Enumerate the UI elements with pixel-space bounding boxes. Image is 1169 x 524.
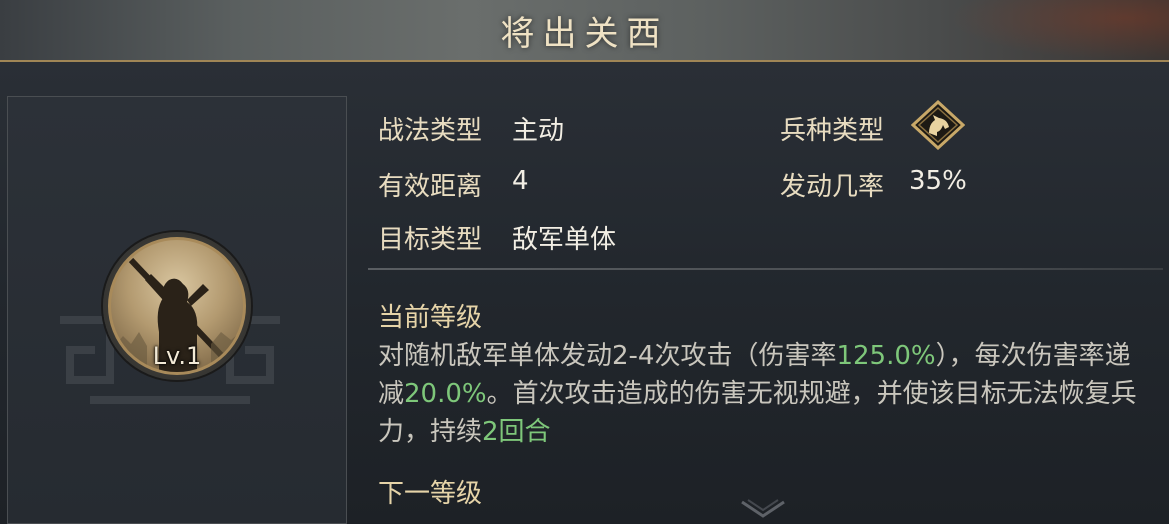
title-bar: 将出关西 bbox=[0, 0, 1169, 62]
next-level-heading: 下一等级 bbox=[378, 479, 483, 509]
troop-type-label: 兵种类型 bbox=[780, 116, 885, 146]
tactic-type-label: 战法类型 bbox=[378, 116, 483, 146]
range-label: 有效距离 bbox=[378, 172, 483, 202]
cavalry-horse-icon[interactable] bbox=[911, 100, 965, 150]
current-level-heading: 当前等级 bbox=[378, 303, 483, 333]
chevron-down-icon[interactable] bbox=[738, 498, 788, 520]
divider bbox=[368, 268, 1163, 270]
desc-segment: 对随机敌军单体发动2-4次攻击（伤害率 bbox=[378, 341, 837, 371]
tactic-title: 将出关西 bbox=[500, 14, 669, 54]
desc-highlight: 2回合 bbox=[482, 417, 551, 447]
current-level-description: 对随机敌军单体发动2-4次攻击（伤害率125.0%），每次伤害率递减20.0%。… bbox=[378, 337, 1148, 451]
range-value: 4 bbox=[512, 166, 529, 196]
trigger-rate-label: 发动几率 bbox=[780, 172, 885, 202]
desc-highlight: 20.0% bbox=[404, 379, 487, 409]
target-type-label: 目标类型 bbox=[378, 225, 483, 255]
target-type-value: 敌军单体 bbox=[512, 225, 617, 255]
level-badge: Lv.1 bbox=[152, 342, 202, 370]
tactic-type-value: 主动 bbox=[512, 116, 565, 146]
trigger-rate-value: 35% bbox=[909, 166, 967, 196]
desc-highlight: 125.0% bbox=[836, 341, 936, 371]
